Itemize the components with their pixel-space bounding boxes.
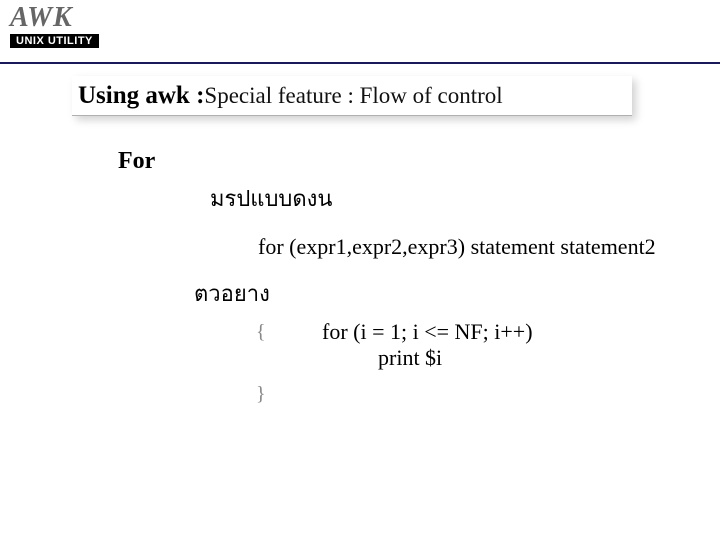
syntax-line: for (expr1,expr2,expr3) statement statem… [258, 234, 678, 260]
title-normal: Special feature : Flow of control [204, 83, 502, 109]
example-label: ตวอยาง [194, 276, 678, 311]
brace-close: } [256, 383, 266, 406]
code-line-1: for (i = 1; i <= NF; i++) [322, 319, 678, 345]
form-label: มรปแบบดงน [210, 181, 678, 216]
section-header: For [118, 148, 678, 175]
logo: AWK UNIX UTILITY [10, 4, 720, 48]
title-bold: Using awk : [78, 82, 204, 110]
code-block: { for (i = 1; i <= NF; i++) print $i } [256, 319, 678, 371]
brace-open: { [256, 321, 266, 344]
title-bar: Using awk : Special feature : Flow of co… [72, 76, 632, 116]
content-area: For มรปแบบดงน for (expr1,expr2,expr3) st… [118, 148, 678, 371]
page-header: AWK UNIX UTILITY [0, 0, 720, 64]
code-line-2: print $i [378, 345, 678, 371]
logo-main: AWK [10, 4, 720, 32]
logo-sub: UNIX UTILITY [10, 34, 99, 48]
